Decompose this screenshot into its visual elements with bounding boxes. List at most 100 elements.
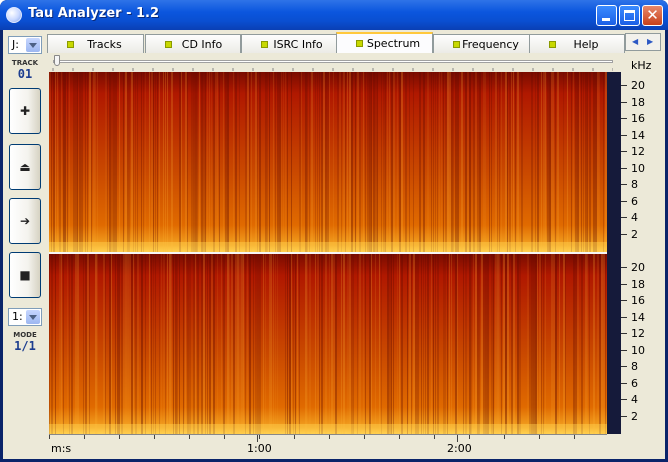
- spectrogram-streak: [161, 254, 162, 434]
- spectrogram-streak: [233, 72, 234, 252]
- spectrogram-streak: [365, 72, 366, 252]
- spectrogram-streak: [437, 72, 438, 252]
- spectrogram-streak: [473, 254, 474, 434]
- spectrogram-streak: [443, 254, 445, 434]
- spectrogram-streak: [597, 254, 599, 434]
- spectrogram-streak: [119, 72, 120, 252]
- spectrogram-streak: [257, 72, 258, 252]
- spectrogram-streak: [435, 72, 436, 252]
- add-button[interactable]: ✚: [9, 88, 41, 134]
- spectrogram-streak: [341, 254, 342, 434]
- spectrogram-streak: [87, 254, 89, 434]
- tab-tracks[interactable]: Tracks: [47, 34, 144, 53]
- spectrogram-streak: [83, 254, 84, 434]
- freq-tick: [621, 300, 627, 301]
- spectrogram-streak: [467, 72, 469, 252]
- chevron-down-icon[interactable]: [26, 38, 40, 52]
- app-icon[interactable]: [6, 7, 22, 23]
- spectrogram-streak: [587, 72, 588, 252]
- spectrogram-streak: [435, 254, 436, 434]
- freq-unit-label: kHz: [631, 59, 652, 72]
- spectrogram-streak: [133, 72, 134, 252]
- freq-tick-label: 18: [631, 95, 645, 109]
- spectrogram-streak: [199, 72, 200, 252]
- spectrogram-streak: [205, 254, 206, 434]
- spectrogram-streak: [413, 254, 415, 434]
- spectrogram-streak: [581, 72, 582, 252]
- spectrogram-streak: [135, 254, 137, 434]
- slider-thumb[interactable]: [54, 55, 60, 66]
- tab-cd-info[interactable]: CD Info: [145, 34, 241, 53]
- freq-tick: [621, 167, 627, 169]
- spectrogram-streak: [55, 254, 56, 434]
- spectrogram-streak: [503, 254, 505, 434]
- position-slider[interactable]: [53, 60, 613, 63]
- spectrogram-streak: [603, 254, 605, 434]
- spectrogram-streak: [123, 254, 125, 434]
- spectrogram-streak: [291, 72, 292, 252]
- chevron-down-icon[interactable]: [26, 310, 40, 324]
- mode-select[interactable]: 1:: [8, 308, 42, 326]
- spectrogram-streak: [387, 72, 388, 252]
- spectrogram-streak: [335, 254, 337, 434]
- drive-select[interactable]: J:: [8, 36, 42, 54]
- minimize-button[interactable]: [596, 5, 617, 26]
- spectrogram-streak: [273, 254, 274, 434]
- spectrogram-streak: [563, 72, 564, 252]
- arrow-left-icon[interactable]: ◀: [632, 37, 638, 46]
- maximize-button[interactable]: [619, 5, 640, 26]
- spectrogram-streak: [185, 72, 187, 252]
- tab-help[interactable]: Help: [529, 34, 625, 53]
- tab-scroll-buttons[interactable]: ◀ ▶: [625, 33, 661, 51]
- spectrogram-streak: [233, 254, 235, 434]
- spectrogram-streak: [215, 72, 217, 252]
- spectrogram-streak: [577, 72, 579, 252]
- spectrogram-streak: [131, 72, 133, 252]
- spectrogram-channel-1: [49, 72, 607, 252]
- spectrogram-streak: [507, 72, 508, 252]
- arrow-right-icon[interactable]: ▶: [647, 37, 653, 46]
- tab-spectrum[interactable]: Spectrum: [336, 32, 433, 53]
- spectrogram-streak: [149, 254, 150, 434]
- spectrogram-streak: [439, 72, 440, 252]
- eject-button[interactable]: ⏏: [9, 144, 41, 190]
- spectrogram-streak: [151, 254, 152, 434]
- spectrogram-streak: [451, 72, 453, 252]
- spectrogram-streak: [505, 254, 507, 434]
- spectrogram-streak: [275, 72, 276, 252]
- spectrogram-streak: [165, 254, 166, 434]
- spectrogram-streak: [501, 254, 502, 434]
- title-bar[interactable]: Tau Analyzer - 1.2 ✕: [0, 0, 668, 30]
- close-button[interactable]: ✕: [642, 5, 663, 26]
- spectrogram-streak: [259, 254, 261, 434]
- play-button[interactable]: ➔: [9, 198, 41, 244]
- spectrogram-streak: [129, 72, 130, 252]
- spectrogram-streak: [197, 254, 199, 434]
- spectrogram-streak: [401, 72, 403, 252]
- freq-tick: [621, 151, 627, 152]
- spectrogram-streak: [399, 254, 400, 434]
- spectrogram-streak: [565, 254, 566, 434]
- spectrogram-streak: [299, 72, 301, 252]
- tab-isrc-info[interactable]: ISRC Info: [241, 34, 337, 53]
- spectrogram-streak: [471, 254, 472, 434]
- spectrogram-streak: [593, 254, 595, 434]
- time-tick: [49, 435, 50, 439]
- spectrogram-streak: [547, 72, 549, 252]
- window-title: Tau Analyzer - 1.2: [28, 6, 160, 21]
- spectrogram-streak: [379, 254, 380, 434]
- spectrogram-streak: [371, 254, 372, 434]
- spectrogram-streak: [115, 72, 117, 252]
- spectrogram-streak: [275, 254, 276, 434]
- spectrogram-streak: [51, 72, 52, 252]
- freq-tick: [621, 267, 627, 268]
- stop-button[interactable]: ■: [9, 252, 41, 298]
- spectrogram-streak: [397, 72, 398, 252]
- spectrogram-streak: [255, 72, 257, 252]
- spectrogram-streak: [197, 72, 198, 252]
- spectrogram-streak: [59, 72, 61, 252]
- stop-icon: ■: [19, 268, 31, 282]
- spectrogram-streak: [69, 254, 70, 434]
- spectrogram-streak: [71, 254, 73, 434]
- tab-frequency[interactable]: Frequency: [433, 34, 530, 53]
